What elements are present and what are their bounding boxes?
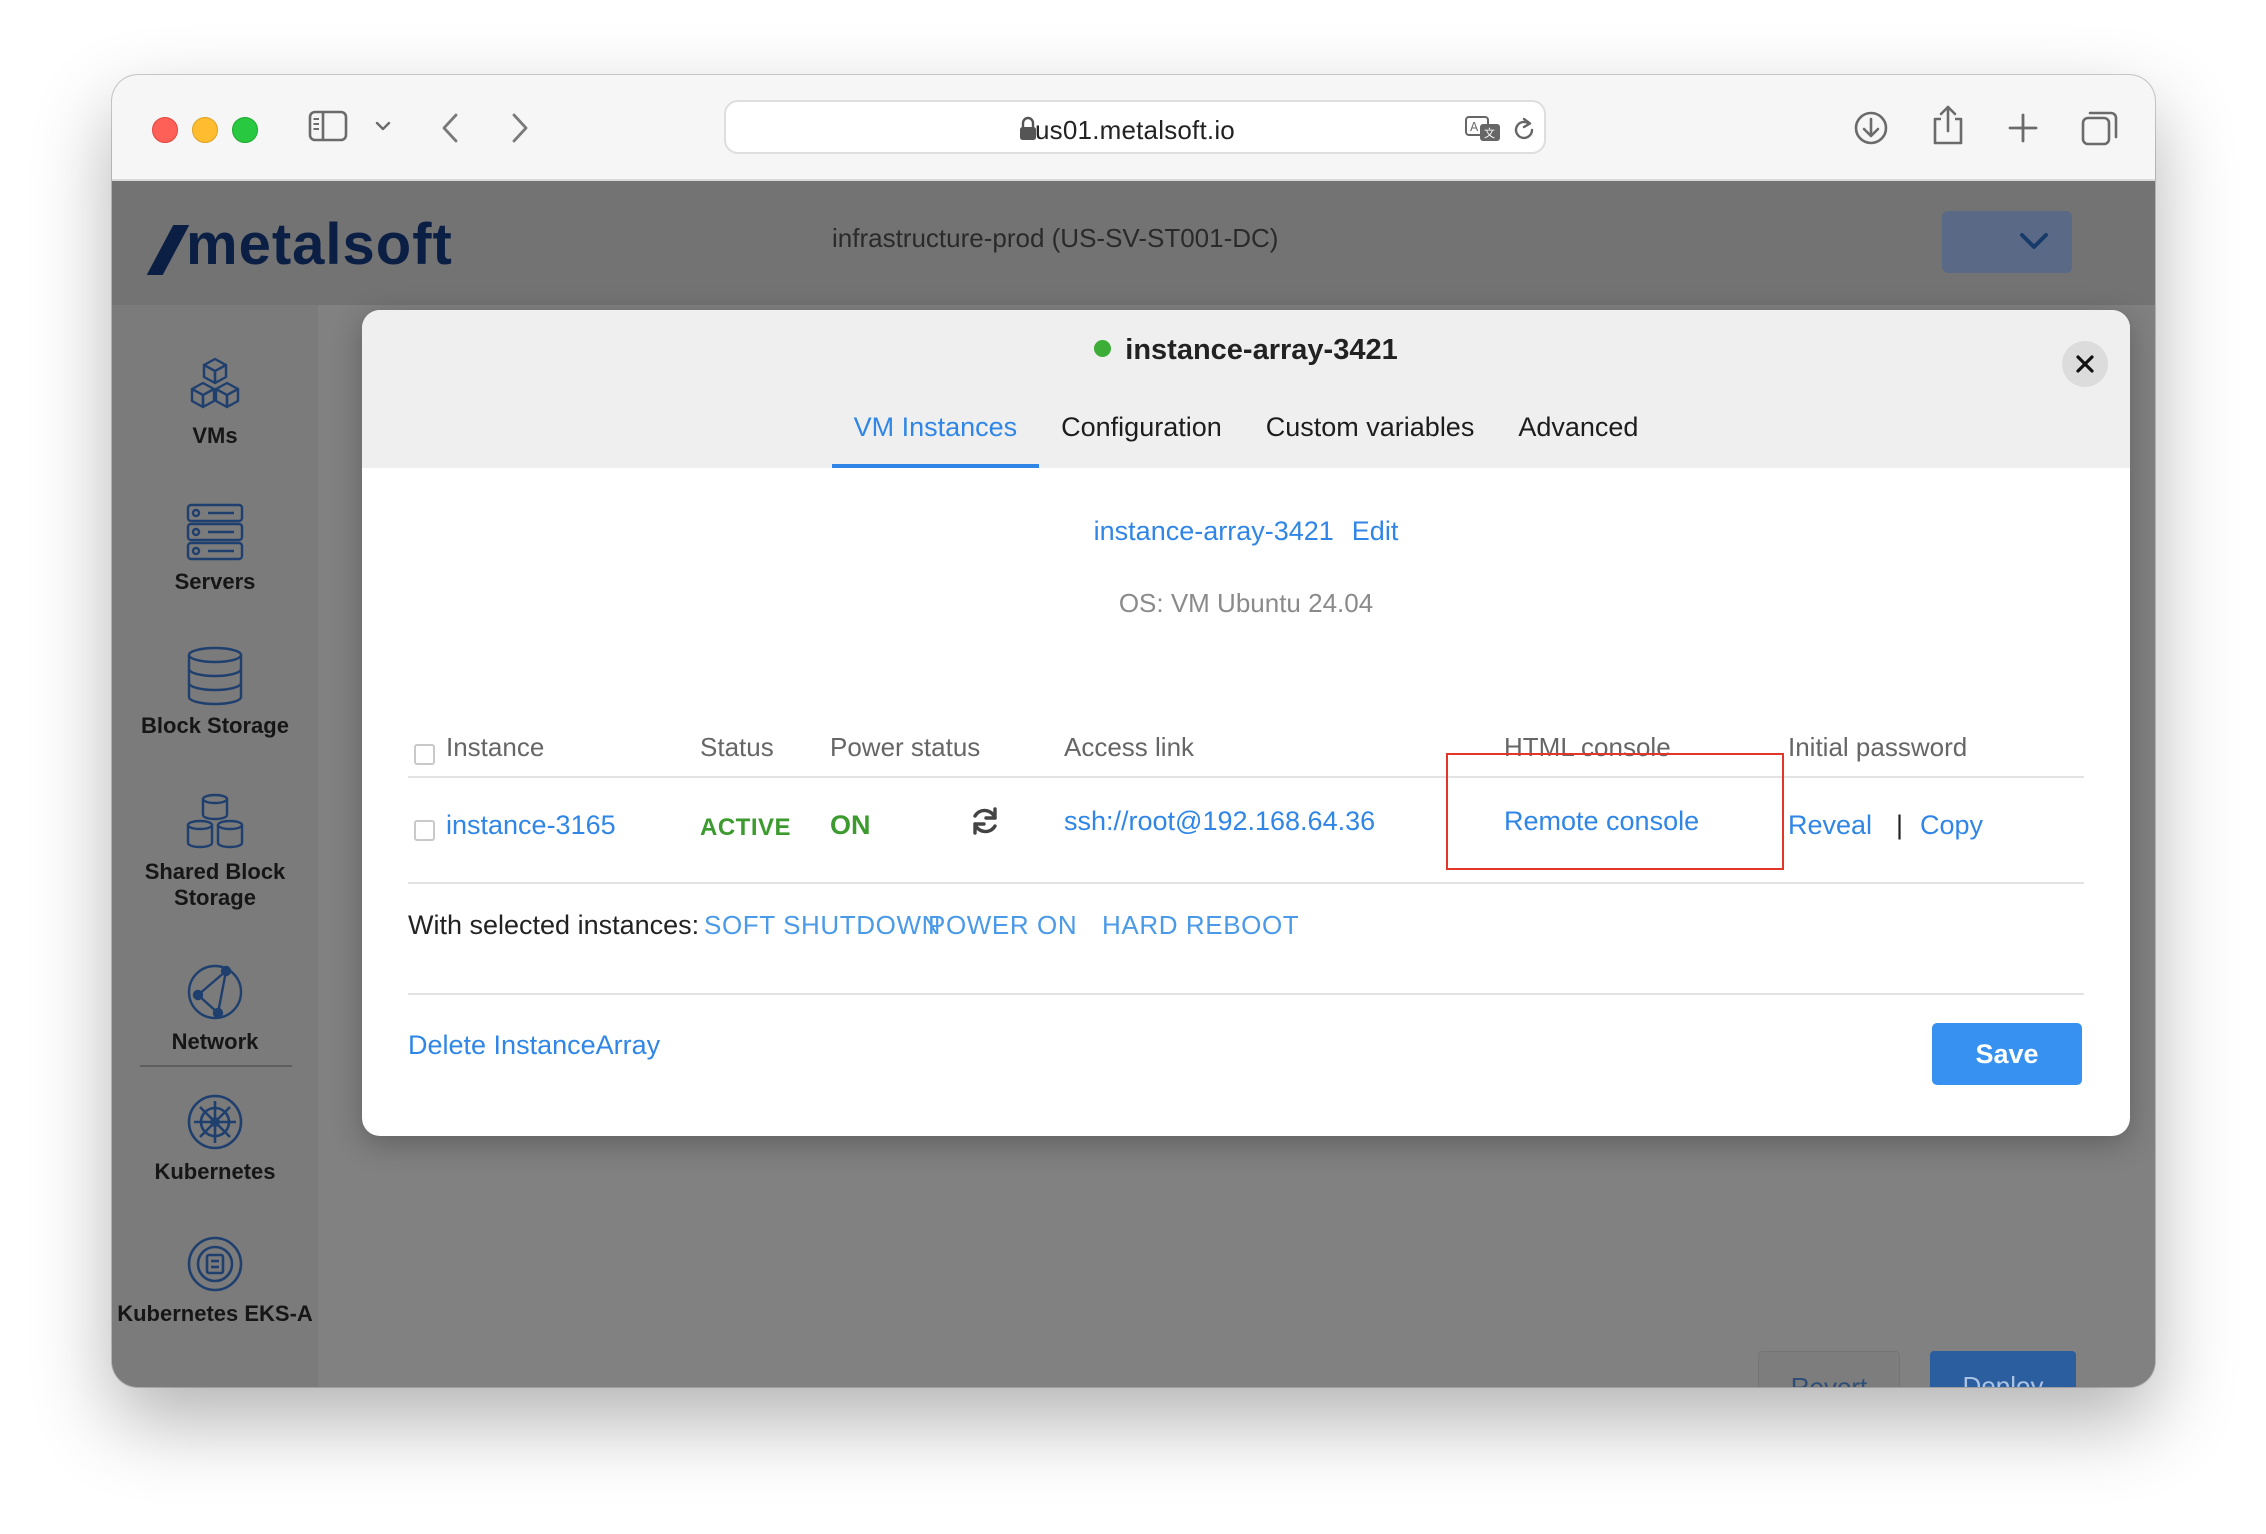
select-all-checkbox[interactable]	[414, 744, 435, 765]
browser-toolbar: us01.metalsoft.io A 文	[112, 75, 2155, 181]
tab-advanced[interactable]: Advanced	[1496, 404, 1660, 468]
tab-custom-variables[interactable]: Custom variables	[1244, 404, 1497, 468]
header-menu-button[interactable]	[1942, 211, 2072, 273]
translate-icon[interactable]: A 文	[1464, 114, 1504, 144]
logo-text: metalsoft	[186, 212, 453, 277]
close-icon	[2076, 355, 2094, 373]
edit-link[interactable]: Edit	[1352, 516, 1399, 546]
array-name-link[interactable]: instance-array-3421	[1094, 516, 1334, 546]
hard-reboot-button[interactable]: HARD REBOOT	[1102, 910, 1299, 941]
instance-link[interactable]: instance-3165	[446, 810, 616, 841]
modal-divider	[408, 993, 2084, 995]
database-icon	[187, 646, 243, 706]
sidebar-item-kubernetes[interactable]: Kubernetes	[112, 1091, 318, 1185]
reload-icon[interactable]	[1510, 116, 1538, 144]
sidebar-divider	[140, 1065, 292, 1067]
cubes-icon	[190, 357, 240, 409]
status-dot-icon	[1094, 340, 1112, 357]
share-icon[interactable]	[1930, 103, 1966, 147]
selected-instances-label: With selected instances:	[408, 910, 700, 940]
instance-array-modal: instance-array-3421 VM Instances Configur…	[362, 310, 2130, 1136]
os-info: OS: VM Ubuntu 24.04	[1118, 588, 1374, 618]
svg-text:A: A	[1470, 120, 1479, 134]
copy-password-link[interactable]: Copy	[1920, 810, 1983, 841]
sidebar-item-label: Servers	[174, 569, 256, 594]
deploy-button[interactable]: Deploy	[1930, 1351, 2076, 1387]
power-status-value: ON	[830, 810, 871, 840]
new-tab-icon[interactable]	[2006, 111, 2040, 145]
sidebar-item-kubernetes-eksa[interactable]: Kubernetes EKS-A	[112, 1233, 318, 1327]
sidebar: VMs Servers Block Storage Shared Block S…	[112, 305, 318, 1387]
kubernetes-icon	[187, 1094, 243, 1150]
infrastructure-title: infrastructure-prod (US-SV-ST001-DC)	[832, 223, 1279, 253]
revert-button[interactable]: Revert	[1758, 1351, 1900, 1387]
refresh-icon[interactable]	[968, 804, 1002, 838]
sidebar-item-network[interactable]: Network	[112, 961, 318, 1055]
chevron-down-icon	[2020, 233, 2048, 249]
shared-storage-icon	[186, 793, 244, 849]
download-icon[interactable]	[1852, 109, 1890, 147]
address-bar[interactable]: us01.metalsoft.io A 文	[724, 100, 1546, 154]
kubernetes-eksa-icon	[187, 1236, 243, 1292]
ssh-access-link[interactable]: ssh://root@192.168.64.36	[1064, 806, 1375, 837]
sidebar-item-vms[interactable]: VMs	[112, 355, 318, 449]
column-header-status: Status	[700, 732, 774, 762]
sidebar-item-shared-block-storage[interactable]: Shared Block Storage	[112, 791, 318, 911]
forward-icon[interactable]	[508, 111, 532, 145]
modal-tabs: VM Instances Configuration Custom variable…	[362, 404, 2130, 468]
zoom-window-button[interactable]	[232, 117, 258, 143]
modal-header: instance-array-3421 VM Instances Configur…	[362, 310, 2130, 468]
sidebar-item-block-storage[interactable]: Block Storage	[112, 645, 318, 739]
url-text: us01.metalsoft.io	[1035, 115, 1235, 145]
row-checkbox[interactable]	[414, 820, 435, 841]
column-header-instance: Instance	[446, 732, 545, 762]
modal-title: instance-array-3421	[362, 334, 2130, 367]
sidebar-item-servers[interactable]: Servers	[112, 501, 318, 595]
minimize-window-button[interactable]	[192, 117, 218, 143]
soft-shutdown-button[interactable]: SOFT SHUTDOWN	[704, 910, 941, 941]
network-icon	[187, 964, 243, 1020]
column-header-power-status: Power status	[830, 732, 981, 762]
sidebar-item-label: VMs	[192, 423, 238, 448]
sidebar-item-label: Kubernetes EKS-A	[117, 1301, 313, 1326]
table-row: instance-3165 ACTIVE ON ssh://root@192.1…	[408, 776, 2084, 884]
table-header: Instance Status Power status Access link…	[408, 710, 2084, 778]
sidebar-toggle-icon[interactable]	[308, 109, 348, 143]
power-on-button[interactable]: POWER ON	[928, 910, 1077, 941]
highlight-annotation	[1446, 753, 1784, 870]
reveal-password-link[interactable]: Reveal	[1788, 810, 1872, 841]
delete-instance-array-link[interactable]: Delete InstanceArray	[408, 1030, 660, 1061]
browser-window: us01.metalsoft.io A 文 metalsoft infrastr…	[112, 75, 2155, 1387]
link-separator: |	[1896, 810, 1904, 840]
sidebar-item-label: Kubernetes	[154, 1159, 276, 1184]
back-icon[interactable]	[438, 111, 462, 145]
tab-overview-icon[interactable]	[2080, 109, 2120, 149]
modal-title-text: instance-array-3421	[1125, 334, 1398, 366]
chevron-down-icon[interactable]	[374, 119, 392, 133]
save-button[interactable]: Save	[1932, 1023, 2082, 1085]
server-rack-icon	[186, 503, 244, 561]
app-header: metalsoft infrastructure-prod (US-SV-ST0…	[112, 181, 2155, 305]
column-header-initial-password: Initial password	[1788, 732, 1968, 762]
tab-vm-instances[interactable]: VM Instances	[831, 404, 1040, 468]
sidebar-item-label: Network	[171, 1029, 259, 1054]
array-name-line: instance-array-3421 Edit	[362, 516, 2130, 547]
tab-configuration[interactable]: Configuration	[1039, 404, 1244, 468]
column-header-access-link: Access link	[1064, 732, 1195, 762]
sidebar-item-label: Block Storage	[141, 713, 289, 738]
close-window-button[interactable]	[152, 117, 178, 143]
logo-mark	[146, 225, 190, 275]
sidebar-item-label: Shared Block Storage	[144, 859, 286, 910]
close-button[interactable]	[2062, 341, 2108, 387]
svg-text:文: 文	[1484, 126, 1495, 140]
status-badge: ACTIVE	[700, 814, 792, 841]
